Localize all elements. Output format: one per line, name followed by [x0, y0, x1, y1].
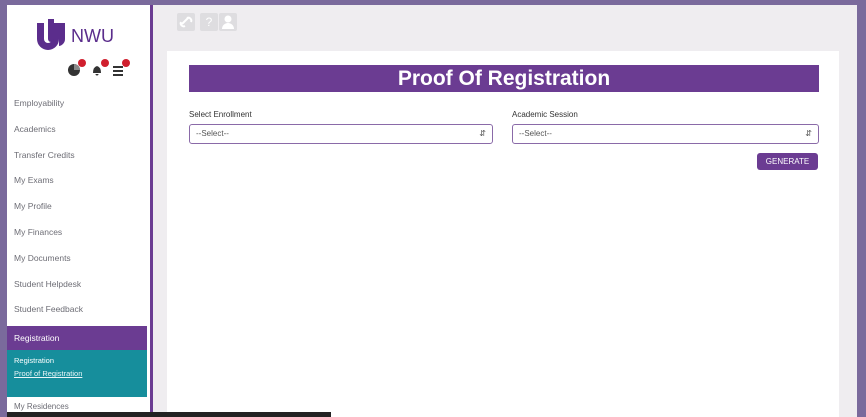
list-icon[interactable] [111, 59, 130, 79]
nwu-logo-icon [37, 19, 66, 50]
sidebar-item-academics[interactable]: Academics [7, 117, 147, 143]
sidebar-item-my-exams[interactable]: My Exams [7, 168, 147, 194]
submenu-heading[interactable]: Registration [7, 354, 147, 367]
registration-submenu: Registration Proof of Registration [7, 350, 147, 398]
enrollment-value: --Select-- [196, 129, 229, 138]
sidebar-nav: Employability Academics Transfer Credits… [7, 91, 147, 417]
session-select[interactable]: --Select-- ⇵ [512, 124, 819, 144]
bottom-strip [7, 412, 331, 417]
content-panel: Proof Of Registration Select Enrollment … [167, 51, 839, 417]
bell-icon[interactable] [90, 59, 109, 79]
link-icon[interactable] [177, 13, 195, 31]
notification-dot [122, 59, 130, 67]
chart-icon[interactable] [67, 59, 86, 79]
notification-dot [78, 59, 86, 67]
sidebar-item-student-helpdesk[interactable]: Student Helpdesk [7, 272, 147, 298]
nwu-logo[interactable]: NWU [33, 17, 143, 57]
enrollment-label: Select Enrollment [189, 110, 252, 119]
app-frame: NWU Employability Academics Transfer Cre… [7, 5, 857, 417]
sidebar-item-transfer-credits[interactable]: Transfer Credits [7, 143, 147, 169]
user-icon[interactable] [219, 13, 237, 31]
sidebar-item-employability[interactable]: Employability [7, 91, 147, 117]
session-value: --Select-- [519, 129, 552, 138]
sidebar-item-my-finances[interactable]: My Finances [7, 220, 147, 246]
page-title: Proof Of Registration [189, 65, 819, 92]
enrollment-select[interactable]: --Select-- ⇵ [189, 124, 493, 144]
generate-button[interactable]: GENERATE [757, 153, 818, 170]
sidebar-item-my-documents[interactable]: My Documents [7, 246, 147, 272]
notification-dot [101, 59, 109, 67]
help-icon[interactable]: ? [200, 13, 218, 31]
session-label: Academic Session [512, 110, 578, 119]
brand-name: NWU [71, 26, 114, 46]
sidebar: NWU Employability Academics Transfer Cre… [7, 5, 153, 417]
proof-of-registration-link[interactable]: Proof of Registration [7, 367, 147, 380]
select-caret-icon: ⇵ [805, 129, 812, 138]
select-caret-icon: ⇵ [479, 129, 486, 138]
sidebar-item-student-feedback[interactable]: Student Feedback [7, 297, 147, 323]
sidebar-item-my-profile[interactable]: My Profile [7, 194, 147, 220]
sidebar-item-registration[interactable]: Registration [7, 326, 147, 351]
